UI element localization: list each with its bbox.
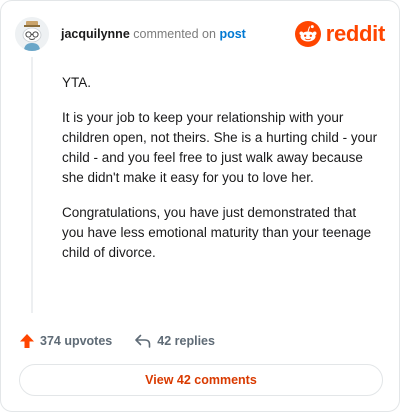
post-link[interactable]: post bbox=[219, 27, 245, 41]
thread-line[interactable] bbox=[31, 57, 33, 313]
snoo-avatar-icon bbox=[15, 17, 49, 51]
byline: jacquilynne commented on post bbox=[61, 27, 246, 41]
reddit-wordmark: reddit bbox=[325, 21, 386, 46]
upvote-arrow-icon bbox=[20, 334, 34, 348]
reddit-logo[interactable]: reddit bbox=[294, 20, 386, 48]
reply-arrow-icon bbox=[135, 334, 151, 348]
replies-count: 42 replies bbox=[157, 334, 215, 348]
comment-paragraph: Congratulations, you have just demonstra… bbox=[62, 205, 372, 260]
comment-card: jacquilynne commented on post reddit YTA… bbox=[0, 0, 400, 412]
upvote-button[interactable]: 374 upvotes bbox=[19, 333, 112, 349]
avatar[interactable] bbox=[15, 17, 49, 51]
username-link[interactable]: jacquilynne bbox=[61, 27, 130, 41]
comment-actions: 374 upvotes 42 replies bbox=[19, 331, 215, 351]
comment-body: YTA. It is your job to keep your relatio… bbox=[62, 73, 380, 278]
comment-header: jacquilynne commented on post reddit bbox=[15, 17, 385, 51]
replies-button[interactable]: 42 replies bbox=[134, 333, 215, 349]
byline-action-text: commented on bbox=[133, 27, 216, 41]
upvote-count: 374 upvotes bbox=[40, 334, 113, 348]
view-comments-button[interactable]: View 42 comments bbox=[19, 364, 383, 396]
reddit-snoo-icon bbox=[294, 21, 321, 47]
comment-paragraph: It is your job to keep your relationship… bbox=[62, 110, 378, 185]
comment-paragraph: YTA. bbox=[62, 75, 92, 90]
